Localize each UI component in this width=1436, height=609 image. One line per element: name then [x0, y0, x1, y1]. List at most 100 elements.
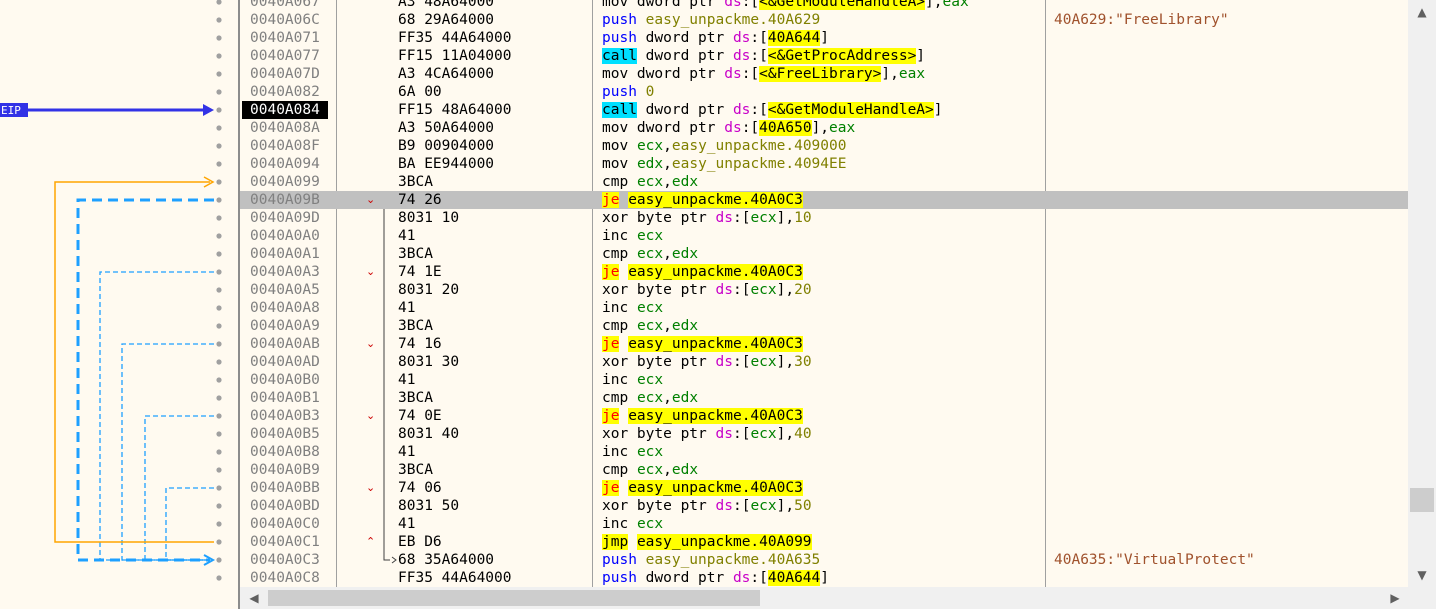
instruction-cell: cmp ecx,edx: [602, 389, 698, 407]
instruction-token: ds: [724, 66, 742, 82]
instruction-row[interactable]: 0040A0A8 41 inc ecx: [240, 299, 1408, 317]
instruction-row[interactable]: 0040A06C 68 29A64000 push easy_unpackme.40…: [240, 11, 1408, 29]
row-dot-icon: [216, 503, 222, 509]
instruction-row[interactable]: 0040A0B0 41 inc ecx: [240, 371, 1408, 389]
scroll-down-icon[interactable]: ▼: [1412, 565, 1432, 585]
instruction-row[interactable]: 0040A077 FF15 11A04000 call dword ptr ds:[…: [240, 47, 1408, 65]
bytes-cell: 3BCA: [398, 174, 433, 190]
instruction-token: ],: [776, 210, 795, 226]
instruction-row[interactable]: 0040A0B3 ⌄ 74 0E je easy_unpackme.40A0C3: [240, 407, 1408, 425]
bytes-cell: 8031 10: [398, 210, 460, 226]
row-dot-icon: [216, 35, 222, 41]
instruction-token: :[: [750, 48, 768, 64]
scroll-left-icon[interactable]: ◀: [244, 588, 264, 608]
instruction-token: :[: [750, 570, 768, 586]
scroll-right-icon[interactable]: ▶: [1385, 588, 1405, 608]
vertical-scroll-thumb[interactable]: [1410, 488, 1434, 512]
instruction-token: ecx: [636, 174, 664, 190]
instruction-token: mov: [602, 66, 629, 82]
comment-cell: 40A635:"VirtualProtect": [1054, 552, 1255, 568]
instruction-row[interactable]: 0040A0AD 8031 30 xor byte ptr ds:[ecx],30: [240, 353, 1408, 371]
instruction-token: eax: [942, 0, 969, 10]
instruction-token: je: [602, 408, 620, 424]
bytes-cell: 41: [398, 372, 416, 388]
instruction-row[interactable]: 0040A0A3 ⌄ 74 1E je easy_unpackme.40A0C3: [240, 263, 1408, 281]
instruction-row[interactable]: 0040A067 A3 48A64000 mov dword ptr ds:[<&G…: [240, 0, 1408, 11]
instruction-token: edx: [671, 246, 699, 262]
address-cell: 0040A06C: [250, 12, 320, 28]
instruction-token: xor: [602, 210, 629, 226]
instruction-token: ],: [776, 354, 795, 370]
bytes-cell: A3 50A64000: [398, 120, 495, 136]
instruction-token: [619, 192, 628, 208]
instruction-row[interactable]: 0040A0B1 3BCA cmp ecx,edx: [240, 389, 1408, 407]
instruction-row[interactable]: 0040A08A A3 50A64000 mov dword ptr ds:[40A…: [240, 119, 1408, 137]
instruction-token: push: [602, 570, 637, 586]
instruction-row[interactable]: 0040A0C0 41 inc ecx: [240, 515, 1408, 533]
instruction-cell: push easy_unpackme.40A629: [602, 11, 820, 29]
instruction-token: ds: [732, 102, 751, 118]
instruction-cell: call dword ptr ds:[<&GetModuleHandleA>]: [602, 101, 943, 119]
instruction-row[interactable]: 0040A0C8 FF35 44A64000 push dword ptr ds:[…: [240, 569, 1408, 587]
instruction-token: [628, 228, 637, 244]
instruction-row[interactable]: 0040A0C1 ⌃ EB D6 jmp easy_unpackme.40A099: [240, 533, 1408, 551]
bytes-cell: 68 35A64000: [398, 552, 495, 568]
row-dot-icon: [216, 233, 222, 239]
address-cell: 0040A0B3: [250, 408, 320, 424]
instruction-row[interactable]: 0040A0AB ⌄ 74 16 je easy_unpackme.40A0C3: [240, 335, 1408, 353]
instruction-token: [628, 372, 637, 388]
instruction-token: :[: [741, 0, 760, 10]
horizontal-scroll-thumb[interactable]: [268, 590, 760, 606]
instruction-row[interactable]: 0040A0BB ⌄ 74 06 je easy_unpackme.40A0C3: [240, 479, 1408, 497]
instruction-row[interactable]: 0040A0A5 8031 20 xor byte ptr ds:[ecx],20: [240, 281, 1408, 299]
instruction-token: je: [602, 336, 620, 352]
instruction-row[interactable]: 0040A07D A3 4CA64000 mov dword ptr ds:[<&F…: [240, 65, 1408, 83]
row-dot-icon: [216, 143, 222, 149]
scroll-up-icon[interactable]: ▲: [1412, 2, 1432, 22]
row-dot-icon: [216, 53, 222, 59]
instruction-row[interactable]: 0040A094 BA EE944000 mov edx,easy_unpackme…: [240, 155, 1408, 173]
instruction-token: easy_unpackme.40A099: [636, 534, 812, 550]
instruction-token: ]: [916, 48, 926, 64]
instruction-token: easy_unpackme.40A0C3: [628, 336, 803, 352]
instruction-cell: jmp easy_unpackme.40A099: [602, 533, 812, 551]
instruction-token: [628, 462, 637, 478]
instruction-token: dword ptr: [628, 120, 725, 136]
instruction-token: inc: [602, 228, 629, 244]
disassembly-view[interactable]: 0040A067 A3 48A64000 mov dword ptr ds:[<&G…: [240, 0, 1408, 587]
instruction-token: push: [602, 552, 637, 568]
instruction-cell: mov ecx,easy_unpackme.409000: [602, 137, 846, 155]
instruction-row[interactable]: 0040A084 FF15 48A64000 call dword ptr ds:[…: [240, 101, 1408, 119]
bytes-cell: 68 29A64000: [398, 12, 495, 28]
instruction-row[interactable]: 0040A099 3BCA cmp ecx,edx: [240, 173, 1408, 191]
bytes-cell: 3BCA: [398, 462, 433, 478]
instruction-row[interactable]: 0040A08F B9 00904000 mov ecx,easy_unpackme…: [240, 137, 1408, 155]
instruction-row[interactable]: 0040A071 FF35 44A64000 push dword ptr ds:[…: [240, 29, 1408, 47]
instruction-token: [628, 534, 637, 550]
address-cell: 0040A094: [250, 156, 320, 172]
instruction-token: dword ptr: [636, 570, 733, 586]
address-cell: 0040A0A5: [250, 282, 320, 298]
instruction-cell: cmp ecx,edx: [602, 317, 698, 335]
instruction-row[interactable]: 0040A0B5 8031 40 xor byte ptr ds:[ecx],40: [240, 425, 1408, 443]
instruction-token: 40: [794, 426, 812, 442]
instruction-row[interactable]: 0040A082 6A 00 push 0: [240, 83, 1408, 101]
instruction-row[interactable]: 0040A0C3 68 35A64000 push easy_unpackme.40…: [240, 551, 1408, 569]
row-dot-icon: [216, 539, 222, 545]
instruction-row[interactable]: 0040A0A9 3BCA cmp ecx,edx: [240, 317, 1408, 335]
row-dot-icon: [216, 395, 222, 401]
instruction-token: inc: [602, 300, 629, 316]
instruction-cell: mov dword ptr ds:[<&FreeLibrary>],eax: [602, 65, 925, 83]
instruction-token: ds: [724, 120, 742, 136]
instruction-row[interactable]: 0040A09D 8031 10 xor byte ptr ds:[ecx],10: [240, 209, 1408, 227]
instruction-row[interactable]: 0040A0BD 8031 50 xor byte ptr ds:[ecx],50: [240, 497, 1408, 515]
instruction-row[interactable]: 0040A0A1 3BCA cmp ecx,edx: [240, 245, 1408, 263]
instruction-token: xor: [602, 426, 629, 442]
instruction-token: byte ptr: [628, 282, 716, 298]
instruction-row[interactable]: 0040A0A0 41 inc ecx: [240, 227, 1408, 245]
instruction-row[interactable]: 0040A09B ⌄ 74 26 je easy_unpackme.40A0C3: [240, 191, 1408, 209]
instruction-row[interactable]: 0040A0B8 41 inc ecx: [240, 443, 1408, 461]
instruction-token: edx: [636, 156, 664, 172]
instruction-row[interactable]: 0040A0B9 3BCA cmp ecx,edx: [240, 461, 1408, 479]
address-cell: 0040A0C0: [250, 516, 320, 532]
